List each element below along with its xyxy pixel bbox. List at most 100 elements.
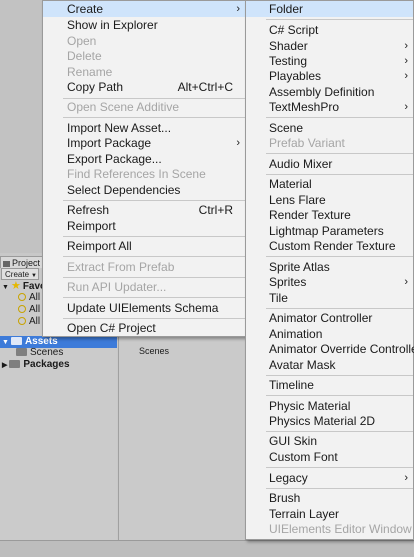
project-create-dropdown[interactable]: Create ▼ — [1, 268, 39, 280]
menu-separator — [63, 256, 245, 257]
tree-item-scenes[interactable]: Scenes — [16, 347, 63, 359]
asset-context-menu: Create › Show in Explorer Open Delete Ren… — [42, 0, 246, 337]
tree-item-favorite-all-1-label: All — [29, 292, 41, 303]
submenu-arrow-icon: › — [404, 472, 408, 484]
menu-item-reimport[interactable]: Reimport — [43, 218, 245, 234]
menu-item-reimport-all-label: Reimport All — [67, 239, 132, 253]
project-tab[interactable]: Project — [0, 256, 44, 268]
menu-item-find-references[interactable]: Find References In Scene — [43, 166, 245, 182]
menu-item-open[interactable]: Open — [43, 33, 245, 49]
submenu-item-physic-material[interactable]: Physic Material — [246, 398, 413, 414]
submenu-item-textmeshpro[interactable]: TextMeshPro › — [246, 99, 413, 115]
submenu-item-assembly-definition-label: Assembly Definition — [269, 85, 375, 99]
submenu-item-custom-render-texture-label: Custom Render Texture — [269, 239, 396, 253]
tree-item-favorite-all-3[interactable]: All — [18, 316, 40, 328]
submenu-item-textmeshpro-label: TextMeshPro — [269, 100, 340, 114]
menu-item-copy-path[interactable]: Copy Path Alt+Ctrl+C — [43, 79, 245, 95]
submenu-item-sprites-label: Sprites — [269, 275, 307, 289]
project-tab-icon — [3, 260, 10, 267]
submenu-item-uielements-editor-window[interactable]: UIElements Editor Window — [246, 521, 413, 537]
expand-triangle-icon[interactable]: ▶ — [2, 362, 7, 369]
menu-item-show-in-explorer[interactable]: Show in Explorer — [43, 17, 245, 33]
submenu-item-material[interactable]: Material — [246, 176, 413, 192]
menu-item-import-new-asset[interactable]: Import New Asset... — [43, 120, 245, 136]
submenu-item-prefab-variant[interactable]: Prefab Variant — [246, 135, 413, 151]
submenu-item-testing[interactable]: Testing › — [246, 53, 413, 69]
menu-item-create-label: Create — [67, 2, 104, 16]
submenu-item-assembly-definition[interactable]: Assembly Definition — [246, 84, 413, 100]
star-icon: ★ — [10, 280, 21, 292]
menu-separator — [63, 117, 245, 118]
submenu-item-terrain-layer[interactable]: Terrain Layer — [246, 506, 413, 522]
menu-item-import-package-label: Import Package — [67, 136, 152, 150]
menu-item-select-dependencies[interactable]: Select Dependencies — [43, 182, 245, 198]
submenu-item-animator-controller-label: Animator Controller — [269, 311, 373, 325]
submenu-item-tile[interactable]: Tile — [246, 290, 413, 306]
submenu-item-sprite-atlas[interactable]: Sprite Atlas — [246, 259, 413, 275]
refresh-shortcut: Ctrl+R — [198, 203, 233, 217]
submenu-item-render-texture-label: Render Texture — [269, 208, 351, 222]
menu-item-update-uielements-schema[interactable]: Update UIElements Schema — [43, 300, 245, 316]
menu-item-open-scene-additive[interactable]: Open Scene Additive — [43, 99, 245, 115]
tree-item-favorite-all-2[interactable]: All — [18, 304, 40, 316]
submenu-item-sprites[interactable]: Sprites › — [246, 274, 413, 290]
submenu-item-render-texture[interactable]: Render Texture — [246, 207, 413, 223]
menu-item-refresh[interactable]: Refresh Ctrl+R — [43, 202, 245, 218]
menu-item-extract-from-prefab-label: Extract From Prefab — [67, 260, 175, 274]
menu-item-find-references-label: Find References In Scene — [67, 167, 206, 181]
submenu-arrow-icon: › — [404, 70, 408, 82]
tree-item-favorite-all-2-label: All — [29, 304, 41, 315]
menu-item-export-package[interactable]: Export Package... — [43, 151, 245, 167]
submenu-item-lens-flare[interactable]: Lens Flare — [246, 192, 413, 208]
menu-item-reimport-label: Reimport — [67, 219, 116, 233]
menu-item-run-api-updater[interactable]: Run API Updater... — [43, 279, 245, 295]
submenu-item-folder[interactable]: Folder — [246, 1, 413, 17]
menu-item-import-package[interactable]: Import Package › — [43, 135, 245, 151]
submenu-item-animator-override-controller[interactable]: Animator Override Controller — [246, 341, 414, 357]
submenu-item-playables[interactable]: Playables › — [246, 68, 413, 84]
submenu-item-lightmap-parameters-label: Lightmap Parameters — [269, 224, 384, 238]
submenu-item-csharp-script-label: C# Script — [269, 23, 319, 37]
menu-item-rename[interactable]: Rename — [43, 64, 245, 80]
menu-separator — [63, 236, 245, 237]
tree-item-favorite-all-1[interactable]: All — [18, 292, 40, 304]
search-icon — [18, 317, 26, 325]
menu-item-refresh-label: Refresh — [67, 203, 110, 217]
menu-item-open-label: Open — [67, 34, 97, 48]
submenu-item-legacy[interactable]: Legacy › — [246, 470, 413, 486]
menu-item-extract-from-prefab[interactable]: Extract From Prefab — [43, 259, 245, 275]
tree-item-packages[interactable]: ▶ Packages — [0, 359, 70, 371]
menu-item-create[interactable]: Create › — [43, 1, 245, 17]
submenu-item-custom-font[interactable]: Custom Font — [246, 449, 413, 465]
submenu-item-material-label: Material — [269, 177, 312, 191]
menu-separator — [63, 200, 245, 201]
submenu-item-shader[interactable]: Shader › — [246, 38, 413, 54]
menu-separator — [266, 431, 413, 432]
submenu-item-avatar-mask[interactable]: Avatar Mask — [246, 357, 413, 373]
submenu-item-timeline[interactable]: Timeline — [246, 377, 413, 393]
tree-item-favorites[interactable]: ▼ ★ Favo — [0, 280, 46, 292]
submenu-item-brush[interactable]: Brush — [246, 490, 413, 506]
submenu-item-csharp-script[interactable]: C# Script — [246, 22, 413, 38]
submenu-item-prefab-variant-label: Prefab Variant — [269, 136, 345, 150]
submenu-item-animation[interactable]: Animation — [246, 326, 413, 342]
submenu-item-animator-controller[interactable]: Animator Controller — [246, 310, 413, 326]
menu-item-delete-label: Delete — [67, 49, 102, 63]
menu-item-open-csharp-project[interactable]: Open C# Project — [43, 320, 245, 336]
submenu-item-shader-label: Shader — [269, 39, 308, 53]
submenu-item-lightmap-parameters[interactable]: Lightmap Parameters — [246, 223, 413, 239]
menu-item-reimport-all[interactable]: Reimport All — [43, 238, 245, 254]
expand-triangle-icon[interactable]: ▼ — [2, 284, 9, 291]
menu-separator — [266, 375, 413, 376]
submenu-item-scene[interactable]: Scene — [246, 120, 413, 136]
submenu-item-custom-render-texture[interactable]: Custom Render Texture — [246, 238, 413, 254]
submenu-item-physics-material-2d[interactable]: Physics Material 2D — [246, 413, 413, 429]
submenu-item-animation-label: Animation — [269, 327, 323, 341]
menu-separator — [63, 297, 245, 298]
submenu-item-audio-mixer[interactable]: Audio Mixer — [246, 156, 413, 172]
expand-triangle-icon[interactable]: ▼ — [2, 339, 9, 346]
menu-item-delete[interactable]: Delete — [43, 48, 245, 64]
submenu-item-gui-skin[interactable]: GUI Skin — [246, 433, 413, 449]
submenu-item-testing-label: Testing — [269, 54, 308, 68]
submenu-arrow-icon: › — [404, 40, 408, 52]
